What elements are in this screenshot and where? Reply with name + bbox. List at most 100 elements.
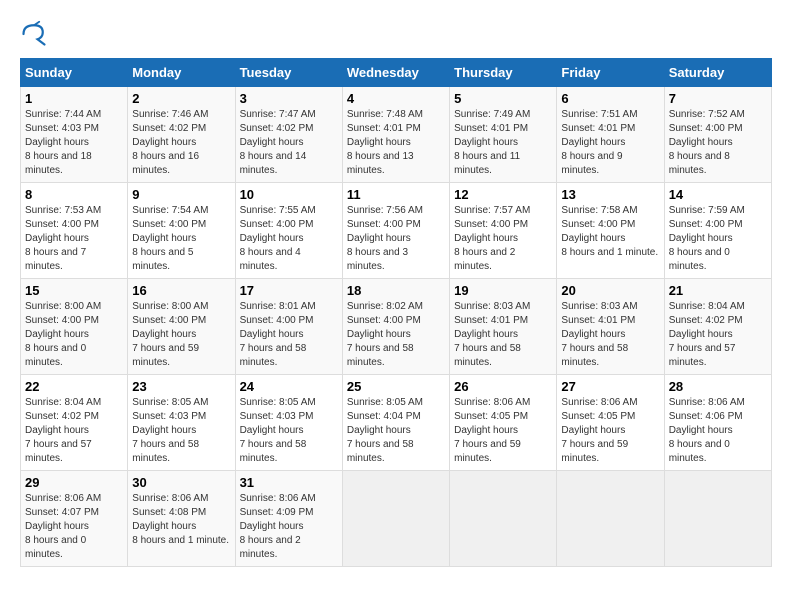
day-number: 13 xyxy=(561,187,659,202)
header-cell-friday: Friday xyxy=(557,59,664,87)
sunset-label: Sunset: xyxy=(347,315,381,326)
calendar-cell: 29 Sunrise: 8:06 AM Sunset: 4:07 PM Dayl… xyxy=(21,471,128,567)
day-number: 8 xyxy=(25,187,123,202)
daylight-label: Daylight hours xyxy=(240,329,304,340)
daylight-label: Daylight hours xyxy=(240,425,304,436)
sunset-label: Sunset: xyxy=(454,123,488,134)
day-info: Sunrise: 8:02 AM Sunset: 4:00 PM Dayligh… xyxy=(347,300,445,370)
daylight-value: 7 hours and 58 minutes. xyxy=(347,343,414,368)
day-info: Sunrise: 8:05 AM Sunset: 4:03 PM Dayligh… xyxy=(132,396,230,466)
calendar-cell xyxy=(664,471,771,567)
day-number: 9 xyxy=(132,187,230,202)
day-number: 3 xyxy=(240,91,338,106)
daylight-value: 8 hours and 4 minutes. xyxy=(240,247,301,272)
sunset-label: Sunset: xyxy=(240,219,274,230)
sunrise-label: Sunrise: xyxy=(669,205,706,216)
day-info: Sunrise: 8:06 AM Sunset: 4:09 PM Dayligh… xyxy=(240,492,338,562)
daylight-label: Daylight hours xyxy=(132,521,196,532)
day-info: Sunrise: 8:06 AM Sunset: 4:07 PM Dayligh… xyxy=(25,492,123,562)
daylight-value: 8 hours and 11 minutes. xyxy=(454,151,520,176)
daylight-value: 8 hours and 0 minutes. xyxy=(669,439,730,464)
calendar-cell: 22 Sunrise: 8:04 AM Sunset: 4:02 PM Dayl… xyxy=(21,375,128,471)
calendar-cell: 21 Sunrise: 8:04 AM Sunset: 4:02 PM Dayl… xyxy=(664,279,771,375)
day-info: Sunrise: 8:05 AM Sunset: 4:04 PM Dayligh… xyxy=(347,396,445,466)
day-number: 15 xyxy=(25,283,123,298)
calendar-cell: 25 Sunrise: 8:05 AM Sunset: 4:04 PM Dayl… xyxy=(342,375,449,471)
sunrise-label: Sunrise: xyxy=(25,301,62,312)
daylight-value: 8 hours and 0 minutes. xyxy=(25,535,86,560)
sunset-label: Sunset: xyxy=(25,219,59,230)
day-number: 11 xyxy=(347,187,445,202)
header-cell-monday: Monday xyxy=(128,59,235,87)
calendar-cell: 19 Sunrise: 8:03 AM Sunset: 4:01 PM Dayl… xyxy=(450,279,557,375)
sunrise-label: Sunrise: xyxy=(561,301,598,312)
calendar-cell: 18 Sunrise: 8:02 AM Sunset: 4:00 PM Dayl… xyxy=(342,279,449,375)
day-info: Sunrise: 7:53 AM Sunset: 4:00 PM Dayligh… xyxy=(25,204,123,274)
daylight-label: Daylight hours xyxy=(25,425,89,436)
header xyxy=(20,20,772,48)
sunset-label: Sunset: xyxy=(561,411,595,422)
calendar-cell: 5 Sunrise: 7:49 AM Sunset: 4:01 PM Dayli… xyxy=(450,87,557,183)
day-number: 29 xyxy=(25,475,123,490)
day-number: 14 xyxy=(669,187,767,202)
day-info: Sunrise: 8:04 AM Sunset: 4:02 PM Dayligh… xyxy=(669,300,767,370)
day-number: 20 xyxy=(561,283,659,298)
daylight-label: Daylight hours xyxy=(561,425,625,436)
sunset-label: Sunset: xyxy=(347,219,381,230)
header-cell-tuesday: Tuesday xyxy=(235,59,342,87)
sunrise-label: Sunrise: xyxy=(132,301,169,312)
sunrise-label: Sunrise: xyxy=(454,301,491,312)
sunrise-label: Sunrise: xyxy=(454,109,491,120)
daylight-label: Daylight hours xyxy=(454,425,518,436)
day-number: 2 xyxy=(132,91,230,106)
daylight-label: Daylight hours xyxy=(347,233,411,244)
daylight-label: Daylight hours xyxy=(561,233,625,244)
daylight-value: 8 hours and 9 minutes. xyxy=(561,151,622,176)
sunrise-label: Sunrise: xyxy=(132,397,169,408)
calendar-cell: 9 Sunrise: 7:54 AM Sunset: 4:00 PM Dayli… xyxy=(128,183,235,279)
day-info: Sunrise: 7:54 AM Sunset: 4:00 PM Dayligh… xyxy=(132,204,230,274)
sunrise-label: Sunrise: xyxy=(347,301,384,312)
calendar-cell: 31 Sunrise: 8:06 AM Sunset: 4:09 PM Dayl… xyxy=(235,471,342,567)
calendar-cell: 20 Sunrise: 8:03 AM Sunset: 4:01 PM Dayl… xyxy=(557,279,664,375)
calendar-week-row: 15 Sunrise: 8:00 AM Sunset: 4:00 PM Dayl… xyxy=(21,279,772,375)
sunset-label: Sunset: xyxy=(347,123,381,134)
daylight-value: 7 hours and 58 minutes. xyxy=(561,343,628,368)
daylight-label: Daylight hours xyxy=(347,137,411,148)
day-info: Sunrise: 7:59 AM Sunset: 4:00 PM Dayligh… xyxy=(669,204,767,274)
sunset-label: Sunset: xyxy=(669,411,703,422)
daylight-value: 7 hours and 58 minutes. xyxy=(454,343,521,368)
sunset-label: Sunset: xyxy=(454,411,488,422)
calendar-cell: 17 Sunrise: 8:01 AM Sunset: 4:00 PM Dayl… xyxy=(235,279,342,375)
daylight-label: Daylight hours xyxy=(454,137,518,148)
daylight-value: 8 hours and 2 minutes. xyxy=(240,535,301,560)
day-info: Sunrise: 7:44 AM Sunset: 4:03 PM Dayligh… xyxy=(25,108,123,178)
daylight-value: 8 hours and 1 minute. xyxy=(132,535,229,546)
daylight-label: Daylight hours xyxy=(669,233,733,244)
day-number: 23 xyxy=(132,379,230,394)
sunrise-label: Sunrise: xyxy=(25,397,62,408)
day-number: 12 xyxy=(454,187,552,202)
daylight-label: Daylight hours xyxy=(132,137,196,148)
sunset-label: Sunset: xyxy=(561,219,595,230)
daylight-value: 8 hours and 0 minutes. xyxy=(669,247,730,272)
daylight-value: 8 hours and 5 minutes. xyxy=(132,247,193,272)
calendar-cell: 24 Sunrise: 8:05 AM Sunset: 4:03 PM Dayl… xyxy=(235,375,342,471)
sunset-label: Sunset: xyxy=(240,315,274,326)
day-info: Sunrise: 8:05 AM Sunset: 4:03 PM Dayligh… xyxy=(240,396,338,466)
calendar-week-row: 1 Sunrise: 7:44 AM Sunset: 4:03 PM Dayli… xyxy=(21,87,772,183)
sunrise-label: Sunrise: xyxy=(240,109,277,120)
sunrise-label: Sunrise: xyxy=(347,109,384,120)
sunrise-label: Sunrise: xyxy=(669,109,706,120)
day-info: Sunrise: 8:06 AM Sunset: 4:06 PM Dayligh… xyxy=(669,396,767,466)
sunrise-label: Sunrise: xyxy=(25,493,62,504)
sunset-label: Sunset: xyxy=(669,123,703,134)
sunset-label: Sunset: xyxy=(454,219,488,230)
daylight-label: Daylight hours xyxy=(669,329,733,340)
calendar-cell: 16 Sunrise: 8:00 AM Sunset: 4:00 PM Dayl… xyxy=(128,279,235,375)
daylight-value: 7 hours and 58 minutes. xyxy=(132,439,199,464)
calendar-cell: 10 Sunrise: 7:55 AM Sunset: 4:00 PM Dayl… xyxy=(235,183,342,279)
calendar-cell: 28 Sunrise: 8:06 AM Sunset: 4:06 PM Dayl… xyxy=(664,375,771,471)
calendar-week-row: 8 Sunrise: 7:53 AM Sunset: 4:00 PM Dayli… xyxy=(21,183,772,279)
daylight-value: 8 hours and 0 minutes. xyxy=(25,343,86,368)
